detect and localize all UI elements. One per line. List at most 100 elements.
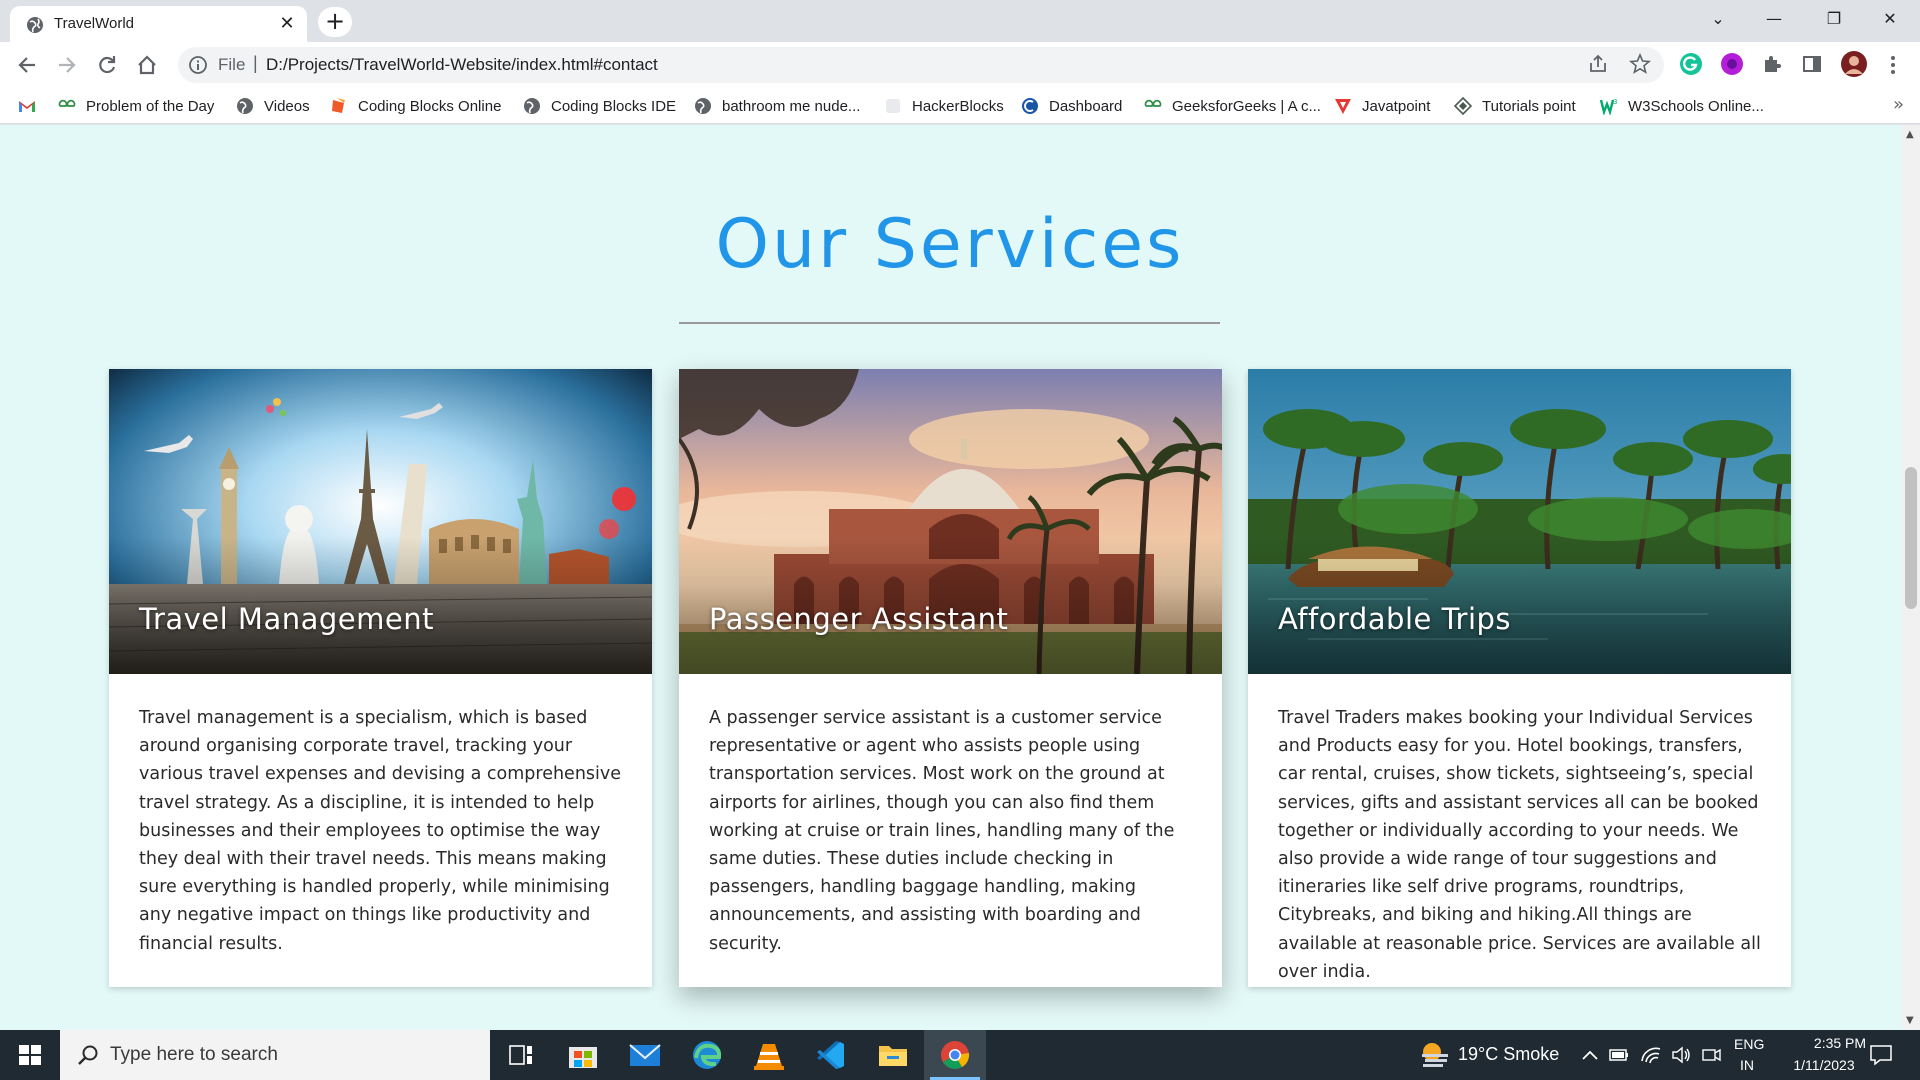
language-indicator[interactable]: ENG xyxy=(1734,1036,1764,1052)
microsoft-store-icon[interactable] xyxy=(552,1030,614,1080)
battery-icon[interactable] xyxy=(1608,1045,1630,1065)
bookmark-item[interactable]: Tutorials point xyxy=(1454,95,1576,117)
clock-time[interactable]: 2:35 PM xyxy=(1802,1035,1878,1051)
wifi-icon[interactable] xyxy=(1640,1045,1662,1065)
side-panel-icon[interactable] xyxy=(1800,52,1824,76)
w3schools-icon: 3 xyxy=(1600,98,1617,115)
show-hidden-icons-chevron-icon[interactable] xyxy=(1580,1047,1600,1063)
scrollbar-thumb[interactable] xyxy=(1905,467,1917,609)
bookmarks-overflow-icon[interactable]: » xyxy=(1893,94,1904,115)
bookmark-item[interactable]: GeeksforGeeks | A c... xyxy=(1144,95,1321,117)
page-scrollbar[interactable]: ▲ ▼ xyxy=(1902,125,1920,1030)
bookmark-label: HackerBlocks xyxy=(912,97,1004,115)
bookmark-item[interactable]: Coding Blocks Online xyxy=(330,95,501,117)
url-scheme-label: File xyxy=(218,55,246,74)
taskbar-search-input[interactable]: Type here to search xyxy=(60,1030,490,1080)
javatpoint-icon xyxy=(1335,99,1351,114)
tab-search-icon[interactable]: ⌄ xyxy=(1690,0,1746,40)
clock-date: 1/11/2023 xyxy=(1793,1057,1855,1073)
bookmark-label: Coding Blocks Online xyxy=(358,97,502,115)
forward-icon[interactable] xyxy=(50,48,84,82)
browser-menu-icon[interactable] xyxy=(1876,48,1910,82)
region-indicator: IN xyxy=(1740,1057,1754,1073)
bookmark-item[interactable]: Coding Blocks IDE xyxy=(523,95,676,117)
service-card-affordable-trips[interactable]: Affordable Trips Travel Traders makes bo… xyxy=(1248,369,1791,987)
scroll-up-arrow-icon[interactable]: ▲ xyxy=(1906,129,1914,140)
page-viewport: Our Services Travel Management Travel ma… xyxy=(0,125,1902,1030)
codingblocks-icon xyxy=(332,98,345,113)
bookmark-item[interactable]: Problem of the Day xyxy=(58,95,214,117)
globe-icon xyxy=(524,98,540,114)
file-explorer-icon[interactable] xyxy=(862,1030,924,1080)
card-title: Travel Management xyxy=(139,602,434,636)
close-window-icon[interactable]: ✕ xyxy=(1862,0,1918,40)
extension-purple-icon[interactable] xyxy=(1720,52,1744,76)
vscode-icon[interactable] xyxy=(800,1030,862,1080)
notifications-icon[interactable] xyxy=(1868,1043,1894,1067)
bookmark-label: Tutorials point xyxy=(1482,97,1576,115)
edge-browser-icon[interactable] xyxy=(676,1030,738,1080)
weather-smoke-icon[interactable] xyxy=(1418,1040,1450,1070)
bookmarks-bar: Problem of the Day Videos Coding Blocks … xyxy=(0,88,1920,124)
svg-text:3: 3 xyxy=(1613,98,1617,106)
bookmark-label: Coding Blocks IDE xyxy=(551,97,677,115)
tab-strip: TravelWorld ✕ + ⌄ — ❐ ✕ xyxy=(0,0,1920,42)
service-card-travel-management[interactable]: Travel Management Travel management is a… xyxy=(109,369,652,987)
bookmark-item[interactable]: HackerBlocks xyxy=(884,95,1004,117)
bookmark-label: GeeksforGeeks | A c... xyxy=(1172,97,1321,115)
volume-icon[interactable] xyxy=(1670,1045,1692,1065)
url-separator: | xyxy=(253,53,258,73)
bookmark-label: Problem of the Day xyxy=(86,97,215,115)
bookmark-item[interactable]: bathroom me nude... xyxy=(694,95,860,117)
grammarly-icon[interactable] xyxy=(1679,52,1703,76)
bookmark-item[interactable]: Javatpoint xyxy=(1334,95,1430,117)
gmail-icon xyxy=(19,101,35,112)
tutorialspoint-icon xyxy=(1454,97,1472,115)
address-bar[interactable]: File | D:/Projects/TravelWorld-Website/i… xyxy=(178,47,1664,83)
card-description: Travel management is a specialism, which… xyxy=(139,708,622,954)
share-icon[interactable] xyxy=(1586,53,1610,77)
url-text[interactable]: D:/Projects/TravelWorld-Website/index.ht… xyxy=(266,55,658,75)
windows-taskbar: Type here to search 19°C Smoke ENG IN 2:… xyxy=(0,1030,1920,1080)
globe-icon xyxy=(27,17,43,33)
card-description: A passenger service assistant is a custo… xyxy=(709,708,1175,954)
weather-text[interactable]: 19°C Smoke xyxy=(1458,1044,1559,1065)
search-placeholder: Type here to search xyxy=(110,1044,278,1065)
info-icon[interactable] xyxy=(188,55,208,75)
chrome-browser-icon[interactable] xyxy=(924,1030,986,1080)
scroll-down-arrow-icon[interactable]: ▼ xyxy=(1906,1015,1914,1026)
bookmark-label: Videos xyxy=(264,97,310,115)
globe-icon xyxy=(695,98,711,114)
minimize-icon[interactable]: — xyxy=(1746,0,1802,40)
profile-avatar[interactable] xyxy=(1840,50,1868,78)
vlc-player-icon[interactable] xyxy=(738,1030,800,1080)
restore-icon[interactable]: ❐ xyxy=(1806,0,1862,40)
bookmark-label: Dashboard xyxy=(1049,97,1123,115)
bookmark-label: bathroom me nude... xyxy=(722,97,861,115)
card-title: Passenger Assistant xyxy=(709,602,1009,636)
hackerblocks-icon xyxy=(886,99,900,113)
home-icon[interactable] xyxy=(130,48,164,82)
close-tab-icon[interactable]: ✕ xyxy=(277,14,297,34)
bookmark-item[interactable]: Dashboard xyxy=(1021,95,1122,117)
gfg-icon xyxy=(1144,99,1162,107)
service-card-passenger-assistant[interactable]: Passenger Assistant A passenger service … xyxy=(679,369,1222,987)
card-description: Travel Traders makes booking your Indivi… xyxy=(1278,708,1761,982)
mail-icon[interactable] xyxy=(614,1030,676,1080)
extensions-puzzle-icon[interactable] xyxy=(1760,52,1784,76)
meet-now-icon[interactable] xyxy=(1700,1045,1722,1065)
back-icon[interactable] xyxy=(10,48,44,82)
new-tab-button[interactable]: + xyxy=(318,7,352,37)
start-button[interactable] xyxy=(0,1030,60,1080)
dashboard-icon xyxy=(1022,98,1038,114)
reload-icon[interactable] xyxy=(90,48,124,82)
card-title: Affordable Trips xyxy=(1278,602,1512,636)
tab-title: TravelWorld xyxy=(54,15,135,32)
bookmark-star-icon[interactable] xyxy=(1628,52,1652,77)
bookmark-item[interactable]: 3 W3Schools Online... xyxy=(1600,95,1764,117)
bookmark-gmail[interactable] xyxy=(18,95,46,117)
bookmark-item[interactable]: Videos xyxy=(236,95,310,117)
browser-tab[interactable]: TravelWorld ✕ xyxy=(10,6,307,42)
task-view-icon[interactable] xyxy=(490,1030,552,1080)
windows-logo-icon xyxy=(19,1045,41,1065)
